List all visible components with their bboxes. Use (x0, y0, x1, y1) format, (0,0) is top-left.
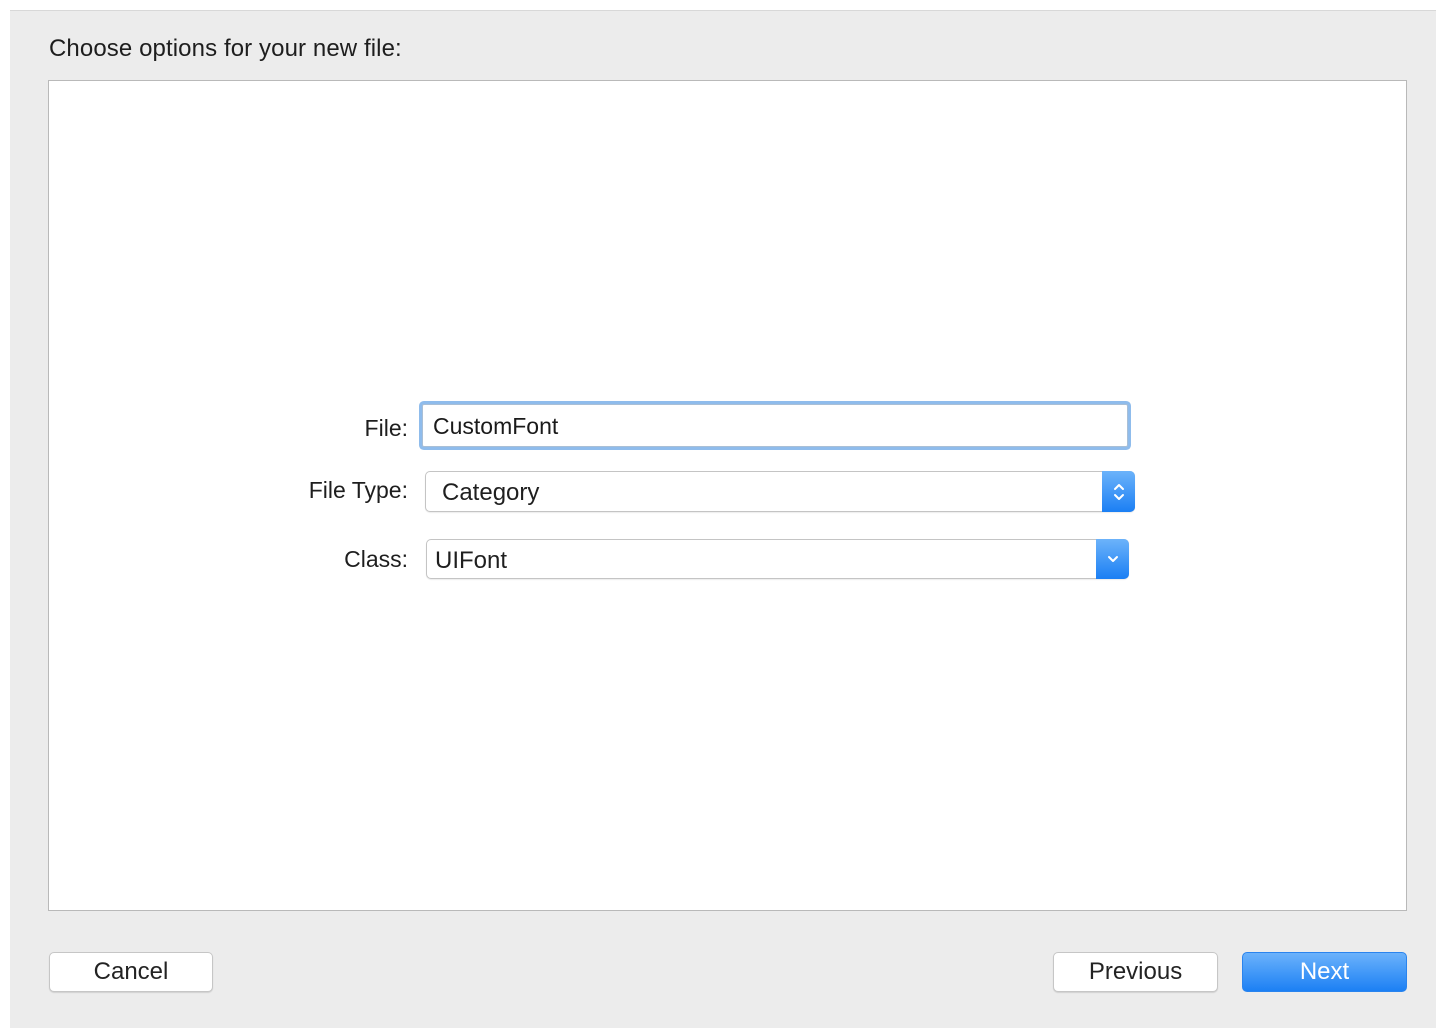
options-panel: File: CustomFont File Type: Category Cla… (48, 80, 1407, 911)
next-button[interactable]: Next (1242, 952, 1407, 992)
file-type-popup[interactable]: Category (425, 471, 1135, 512)
class-combo-box[interactable]: UIFont (426, 539, 1129, 579)
cancel-button[interactable]: Cancel (49, 952, 213, 992)
stepper-arrows-icon (1102, 471, 1135, 512)
previous-button[interactable]: Previous (1053, 952, 1218, 992)
file-label: File: (364, 415, 408, 441)
class-label: Class: (344, 546, 408, 572)
file-name-field[interactable]: CustomFont (422, 404, 1128, 447)
file-type-label: File Type: (308, 477, 408, 503)
class-value: UIFont (435, 547, 508, 574)
file-name-value: CustomFont (433, 413, 559, 439)
chevron-down-icon[interactable] (1096, 539, 1129, 579)
new-file-options-sheet: Choose options for your new file: File: … (10, 10, 1436, 1028)
file-type-value: Category (442, 479, 540, 506)
sheet-title: Choose options for your new file: (49, 35, 402, 62)
